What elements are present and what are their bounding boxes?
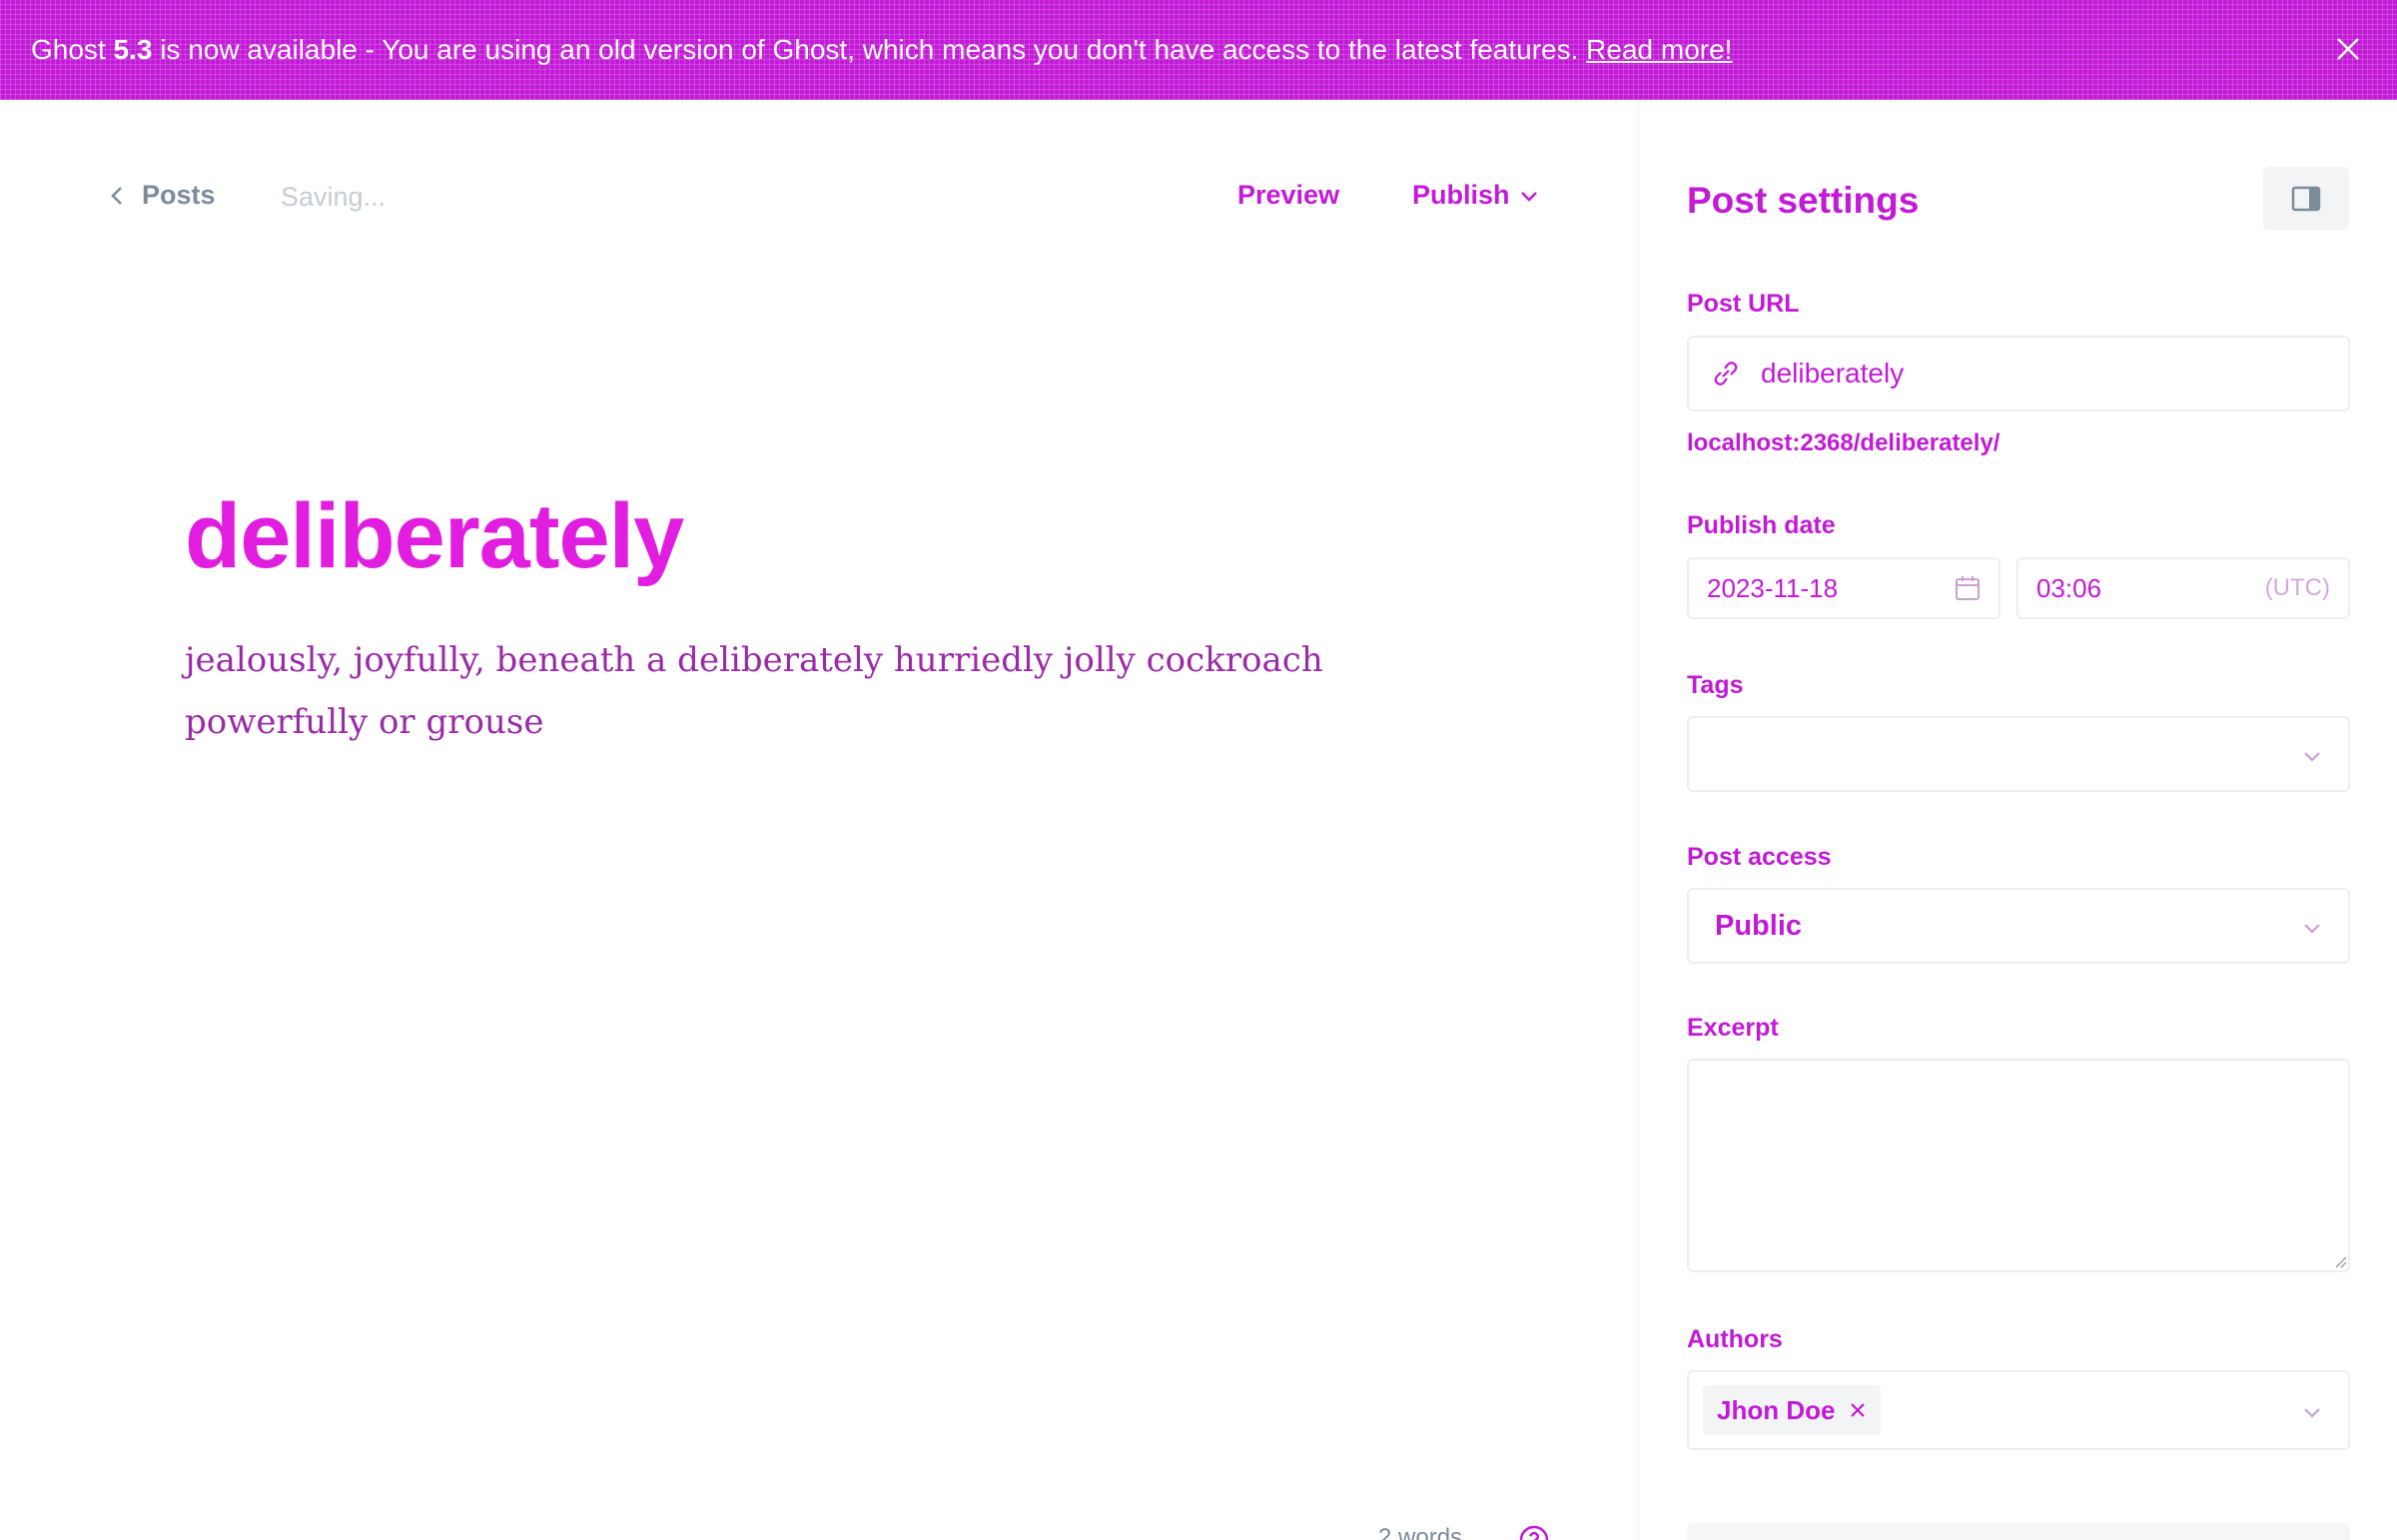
publish-date-input[interactable]: 2023-11-18 xyxy=(1687,557,2000,619)
back-label: Posts xyxy=(142,180,216,210)
saving-status: Saving... xyxy=(281,182,387,212)
banner-version: 5.3 xyxy=(113,34,153,65)
authors-label: Authors xyxy=(1687,1325,1783,1353)
post-access-label: Post access xyxy=(1687,843,1832,871)
chevron-down-icon xyxy=(2304,752,2320,762)
author-chip[interactable]: Jhon Doe xyxy=(1703,1385,1882,1435)
close-icon[interactable] xyxy=(2329,30,2367,68)
link-icon xyxy=(1714,362,1738,385)
banner-rest: - You are using an old version of Ghost,… xyxy=(357,34,1087,65)
tags-input[interactable] xyxy=(1687,716,2350,792)
tags-label: Tags xyxy=(1687,671,1744,699)
calendar-icon[interactable] xyxy=(1953,573,1983,603)
chevron-left-icon xyxy=(111,186,122,205)
upgrade-banner: Ghost 5.3 is now available - You are usi… xyxy=(0,0,2397,100)
remove-author-icon[interactable] xyxy=(1849,1401,1867,1419)
ghost-editor-screen: Ghost 5.3 is now available - You are usi… xyxy=(0,0,2397,1540)
timezone-label: (UTC) xyxy=(2264,574,2330,601)
chevron-down-icon xyxy=(2304,1408,2320,1418)
author-name: Jhon Doe xyxy=(1717,1394,1836,1425)
preview-button[interactable]: Preview xyxy=(1237,180,1339,211)
chevron-down-icon xyxy=(1520,191,1537,202)
settings-title: Post settings xyxy=(1687,180,1920,221)
publish-time-input[interactable]: 03:06 (UTC) xyxy=(2016,557,2350,619)
banner-tail: don't have access to the latest features… xyxy=(1086,34,1587,65)
sidebar-toggle-button[interactable] xyxy=(2263,167,2349,231)
chevron-down-icon xyxy=(2304,924,2320,934)
sidebar-toggle-icon xyxy=(2291,186,2321,212)
banner-read-more-link[interactable]: Read more! xyxy=(1586,34,1732,65)
post-url-input[interactable]: deliberately xyxy=(1687,336,2350,411)
metadata-row[interactable] xyxy=(1687,1523,2350,1540)
word-count: 2 words xyxy=(1378,1524,1463,1540)
date-value: 2023-11-18 xyxy=(1707,572,1839,603)
post-body[interactable]: jealously, joyfully, beneath a deliberat… xyxy=(185,629,1433,753)
banner-text: Ghost 5.3 is now available - You are usi… xyxy=(31,34,1732,66)
banner-middle: is now available xyxy=(152,34,358,65)
post-title[interactable]: deliberately xyxy=(185,484,684,589)
publish-button[interactable]: Publish xyxy=(1412,180,1538,211)
authors-input[interactable]: Jhon Doe xyxy=(1687,1370,2350,1450)
publish-date-label: Publish date xyxy=(1687,511,1836,539)
post-url-value: deliberately xyxy=(1761,358,1905,388)
post-access-value: Public xyxy=(1715,909,1803,942)
post-url-label: Post URL xyxy=(1687,290,1800,318)
banner-prefix: Ghost xyxy=(31,34,114,65)
publish-label: Publish xyxy=(1412,180,1510,210)
resize-grip-icon[interactable] xyxy=(2332,1253,2348,1269)
editor-header: Posts Saving... Preview Publish xyxy=(0,100,1638,295)
help-icon[interactable] xyxy=(1518,1524,1550,1540)
excerpt-textarea[interactable] xyxy=(1687,1059,2350,1272)
back-to-posts-link[interactable]: Posts xyxy=(110,180,216,211)
excerpt-label: Excerpt xyxy=(1687,1014,1779,1042)
time-value: 03:06 xyxy=(2036,572,2102,603)
post-url-hint: localhost:2368/deliberately/ xyxy=(1687,429,2000,456)
post-access-select[interactable]: Public xyxy=(1687,888,2350,964)
post-settings-panel: Post settings Post URL deliberately loca… xyxy=(1638,100,2397,1540)
